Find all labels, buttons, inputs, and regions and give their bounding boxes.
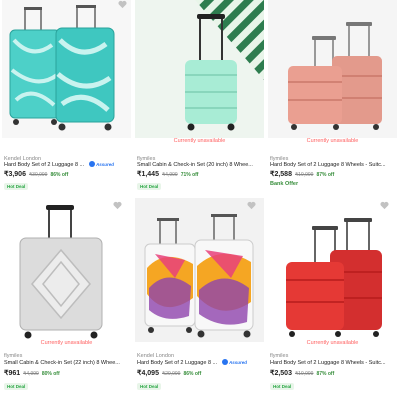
product-discount: 71% off (180, 172, 199, 178)
hot-deal-badge: Hot Deal (137, 383, 162, 390)
product-discount: 80% off (41, 371, 60, 377)
price-row: ₹1,445 ₹4,999 71% off (137, 170, 198, 178)
product-discount: 86% off (50, 172, 69, 178)
product-image[interactable] (135, 0, 264, 138)
assured-badge: Assured (222, 359, 247, 365)
product-image[interactable] (2, 0, 131, 138)
product-card[interactable]: Currently unavailable flymiles Hard Body… (266, 0, 399, 197)
price-row: ₹2,588 ₹19,999 87% off (270, 170, 334, 178)
unavailable-label: Currently unavailable (173, 138, 226, 144)
product-mrp: ₹4,999 (161, 172, 178, 178)
product-card[interactable]: Kendel London Hard Body Set of 2 Luggage… (0, 0, 133, 197)
mint-cabin-suitcase-icon (135, 0, 264, 138)
product-title[interactable]: Hard Body Set of 2 Luggage 8 Wheels - Su… (270, 162, 394, 168)
product-title[interactable]: Hard Body Set of 2 Luggage 8 Wheels - Su… (270, 360, 394, 366)
product-price: ₹2,503 (270, 370, 292, 377)
price-row: ₹961 ₹4,999 80% off (4, 369, 60, 377)
product-discount: 87% off (316, 172, 335, 178)
product-mrp: ₹4,999 (23, 371, 39, 377)
assured-badge: Assured (89, 161, 114, 167)
price-row: ₹4,095 ₹29,999 86% off (137, 369, 201, 377)
product-mrp: ₹19,999 (294, 371, 314, 377)
hot-deal-badge: Hot Deal (4, 183, 29, 190)
unavailable-label: Currently unavailable (306, 340, 359, 346)
product-card[interactable]: Currently unavailable flymiles Small Cab… (133, 0, 266, 197)
product-mrp: ₹19,999 (294, 172, 314, 178)
teal-suitcase-set-icon (2, 0, 131, 138)
product-discount: 87% off (316, 371, 335, 377)
product-image[interactable] (2, 198, 131, 342)
bank-offer-label: Bank Offer (270, 181, 299, 187)
hot-deal-badge: Hot Deal (137, 183, 162, 190)
product-mrp: ₹29,999 (161, 371, 181, 377)
product-price: ₹3,906 (4, 171, 26, 178)
product-image[interactable] (135, 198, 264, 342)
wishlist-heart-icon[interactable] (247, 201, 256, 210)
pattern-suitcase-set-icon (135, 198, 264, 342)
price-row: ₹3,906 ₹30,999 86% off (4, 170, 68, 178)
product-price: ₹2,588 (270, 171, 292, 178)
assured-icon (89, 161, 95, 167)
hot-deal-badge: Hot Deal (4, 383, 29, 390)
product-grid: Kendel London Hard Body Set of 2 Luggage… (0, 0, 400, 395)
product-brand: flymiles (4, 353, 23, 359)
product-card[interactable]: Currently unavailable flymiles Hard Body… (266, 198, 399, 395)
unavailable-label: Currently unavailable (40, 340, 93, 346)
product-image[interactable] (268, 198, 397, 342)
wishlist-heart-icon[interactable] (380, 201, 389, 210)
wishlist-heart-icon[interactable] (113, 201, 122, 210)
product-mrp: ₹30,999 (28, 172, 48, 178)
product-price: ₹961 (4, 370, 21, 377)
product-price: ₹1,445 (137, 171, 159, 178)
product-title[interactable]: Small Cabin & Check-in Set (22 inch) 8 W… (4, 360, 128, 366)
wishlist-heart-icon[interactable] (118, 0, 127, 9)
product-brand: Kendel London (137, 353, 175, 359)
unavailable-label: Currently unavailable (306, 138, 359, 144)
price-row: ₹2,503 ₹19,999 87% off (270, 369, 334, 377)
silver-cabin-suitcase-icon (2, 198, 131, 342)
product-discount: 86% off (183, 371, 202, 377)
product-title[interactable]: Small Cabin & Check-in Set (20 inch) 8 W… (137, 162, 261, 168)
hot-deal-badge: Hot Deal (270, 383, 295, 390)
product-price: ₹4,095 (137, 370, 159, 377)
peach-suitcase-set-icon (268, 0, 397, 138)
product-card[interactable]: Kendel London Hard Body Set of 2 Luggage… (133, 198, 266, 395)
red-suitcase-set-icon (268, 198, 397, 342)
product-brand: flymiles (270, 353, 289, 359)
assured-icon (222, 359, 228, 365)
product-card[interactable]: Currently unavailable flymiles Small Cab… (0, 198, 133, 395)
product-image[interactable] (268, 0, 397, 138)
